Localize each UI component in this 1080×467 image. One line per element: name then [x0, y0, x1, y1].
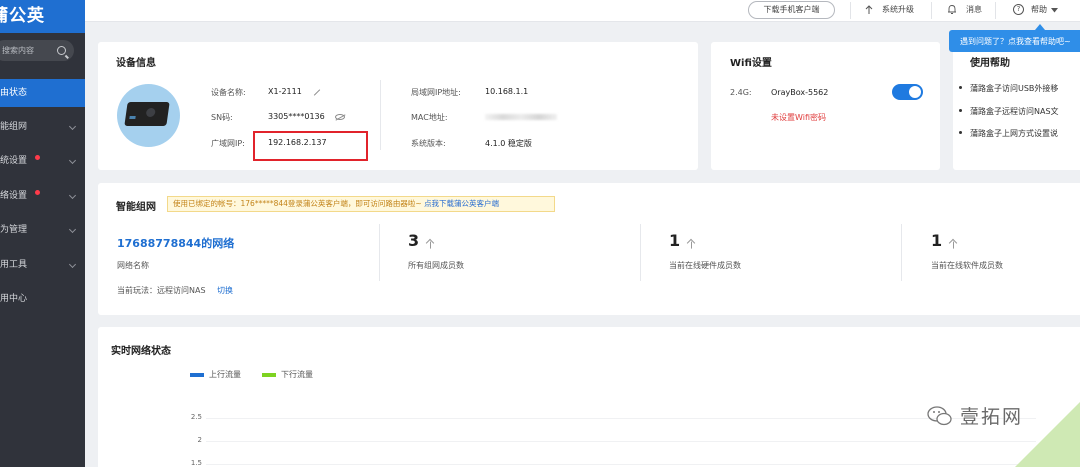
divider [931, 2, 932, 19]
sidebar-item-behavior-management[interactable]: 行为管理 [0, 216, 85, 244]
sidebar-item-router-status[interactable]: 路由状态 [0, 79, 85, 107]
corner-decoration [1015, 402, 1080, 467]
router-device-image [124, 102, 170, 126]
current-mode-label: 当前玩法：远程访问NAS [117, 286, 206, 295]
divider [850, 2, 851, 19]
gridline [206, 464, 1036, 465]
gridline [206, 418, 1036, 419]
divider [379, 224, 380, 281]
hw-online-label: 当前在线硬件成员数 [669, 261, 741, 270]
wifi-password-warning[interactable]: 未设置Wifi密码 [771, 112, 826, 123]
sidebar-item-smart-network[interactable]: 智能组网 [0, 113, 85, 141]
sidebar: 蒲公英 搜索内容 路由状态 智能组网 系统设置 网络设置 行为管理 实用工具 应… [0, 0, 85, 467]
divider [995, 2, 996, 19]
highlight-box [253, 131, 368, 161]
help-link[interactable]: 蒲路盒子上网方式设置说 [959, 128, 1058, 139]
upgrade-icon [865, 5, 873, 14]
hw-online-count: 1 [669, 231, 681, 250]
smart-network-title: 智能组网 [116, 202, 156, 213]
download-client-button[interactable]: 下载手机客户端 [748, 1, 835, 19]
help-link[interactable]: 蒲路盒子访问USB外接移 [958, 83, 1058, 94]
divider [901, 224, 902, 281]
upload-legend-swatch [190, 373, 204, 377]
device-name-value: X1-2111 [268, 87, 302, 96]
notification-dot [35, 190, 40, 195]
question-icon: ? [1013, 4, 1024, 15]
notification-dot [35, 155, 40, 160]
mac-label: MAC地址: [411, 113, 448, 122]
download-client-link[interactable]: 点我下载蒲公英客户端 [424, 199, 499, 208]
sidebar-item-network-settings[interactable]: 网络设置 [0, 182, 85, 210]
wan-ip-label: 广域网IP: [211, 139, 245, 148]
bind-account-notice: 使用已绑定的帐号：176*****844登录蒲公英客户端，即可访问路由器啦~ 点… [167, 196, 555, 212]
realtime-title: 实时网络状态 [111, 346, 171, 357]
members-label: 所有组网成员数 [408, 261, 464, 270]
download-legend-label: 下行流量 [281, 370, 313, 379]
divider [640, 224, 641, 281]
sw-online-count: 1 [931, 231, 943, 250]
upload-legend-label: 上行流量 [209, 370, 241, 379]
sidebar-search-input[interactable]: 搜索内容 [0, 40, 74, 61]
top-bar: 下载手机客户端 系统升级 消息 ? 帮助 [85, 0, 1080, 22]
system-upgrade-link[interactable]: 系统升级 [882, 3, 914, 17]
divider [380, 80, 381, 150]
sidebar-item-app-center[interactable]: 应用中心 [0, 285, 85, 313]
lan-ip-value: 10.168.1.1 [485, 87, 529, 96]
help-menu[interactable]: 帮助 [1031, 3, 1047, 17]
device-info-title: 设备信息 [116, 58, 156, 69]
chevron-down-icon [68, 122, 77, 131]
eye-off-icon[interactable] [335, 114, 345, 120]
sn-label: SN码: [211, 113, 233, 122]
sidebar-item-system-settings[interactable]: 系统设置 [0, 147, 85, 175]
caret-down-icon[interactable] [1051, 8, 1058, 13]
network-name-label: 网络名称 [117, 261, 149, 270]
lan-ip-label: 局域网IP地址: [411, 88, 461, 97]
chevron-down-icon [68, 225, 77, 234]
members-count: 3 [408, 231, 420, 250]
mac-value-blurred [485, 114, 557, 120]
network-name[interactable]: 17688778844的网络 [117, 235, 234, 251]
wifi-band-label: 2.4G: [730, 88, 752, 97]
watermark-text: 壹拓网 [960, 406, 1024, 428]
search-icon[interactable] [57, 46, 66, 55]
help-tooltip[interactable]: 遇到问题了？点我查看帮助吧~ [949, 30, 1080, 52]
y-tick-label: 2 [197, 436, 202, 444]
switch-mode-link[interactable]: 切换 [217, 285, 233, 296]
sw-online-label: 当前在线软件成员数 [931, 261, 1003, 270]
device-name-label: 设备名称: [211, 88, 246, 97]
sidebar-item-tools[interactable]: 实用工具 [0, 251, 85, 279]
app-logo: 蒲公英 [0, 0, 85, 33]
messages-link[interactable]: 消息 [966, 3, 982, 17]
chevron-down-icon [68, 191, 77, 200]
version-label: 系统版本: [411, 139, 446, 148]
bell-icon [948, 5, 956, 14]
wifi-title: Wifi设置 [730, 58, 772, 69]
chevron-down-icon [68, 156, 77, 165]
help-title: 使用帮助 [970, 58, 1010, 69]
y-tick-label: 1.5 [190, 459, 202, 467]
wechat-watermark-icon [927, 406, 952, 426]
gridline [206, 441, 1036, 442]
wifi-ssid: OrayBox-5562 [771, 88, 829, 97]
notice-text: 使用已绑定的帐号：176*****844登录蒲公英客户端，即可访问路由器啦~ [173, 199, 422, 208]
chevron-down-icon [68, 260, 77, 269]
help-link[interactable]: 蒲路盒子远程访问NAS文 [959, 106, 1059, 117]
sn-value: 3305****0136 [268, 112, 325, 121]
device-info-card [98, 42, 698, 170]
download-legend-swatch [262, 373, 276, 377]
y-tick-label: 2.5 [190, 413, 202, 421]
version-value: 4.1.0 稳定版 [485, 139, 532, 148]
search-placeholder: 搜索内容 [2, 46, 34, 55]
realtime-status-card [98, 327, 1080, 467]
wifi-toggle[interactable] [892, 84, 923, 100]
